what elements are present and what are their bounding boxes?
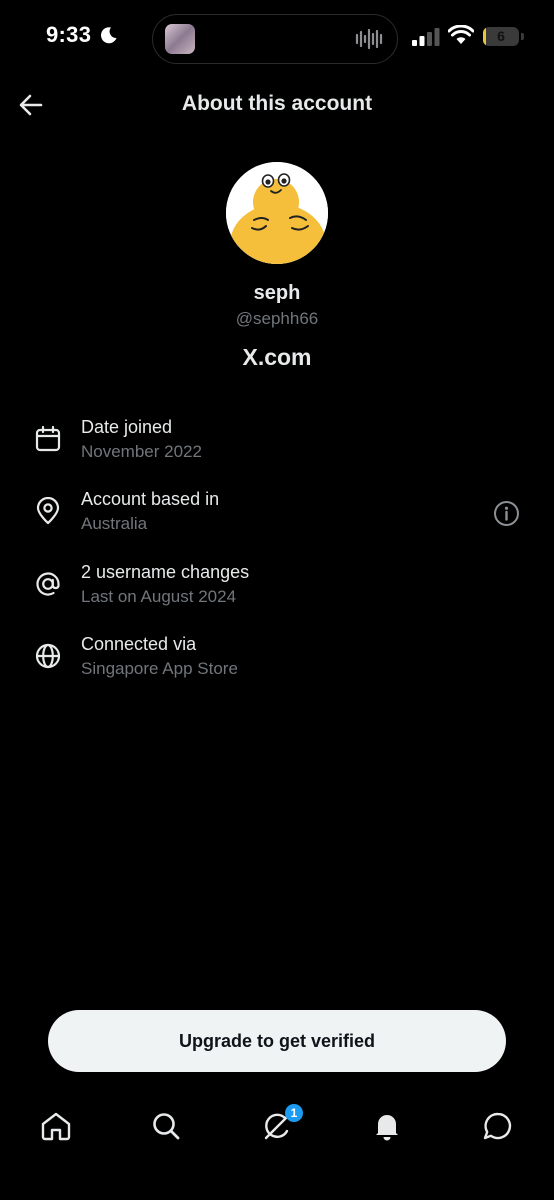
display-name: seph [253,282,301,304]
location-info-button[interactable] [493,500,520,527]
calendar-icon [35,425,61,452]
status-time: 9:33 [46,22,92,47]
account-based-in-value: Australia [81,514,148,533]
status-bar: 9:33 6 [0,0,554,76]
account-based-in-label: Account based in [81,489,220,509]
home-icon [41,1112,71,1141]
upgrade-verified-button[interactable]: Upgrade to get verified [48,1010,506,1072]
now-playing-thumbnail [165,24,195,54]
tab-notifications[interactable] [367,1106,407,1146]
avatar[interactable] [226,162,328,264]
yellow-creature-avatar [226,162,328,264]
username-changes-label: 2 username changes [81,562,250,582]
dynamic-island[interactable] [152,14,398,64]
cellular-signal-icon [412,28,440,46]
date-joined-value: November 2022 [81,442,202,461]
battery-level: 6 [497,28,505,44]
username-handle: @sephh66 [235,309,319,328]
at-sign-icon [36,572,60,596]
messages-icon [483,1112,512,1140]
date-joined-row: Date joined November 2022 [0,417,554,473]
home-indicator [0,1180,554,1200]
bottom-tab-bar [0,1090,554,1160]
location-pin-icon [36,497,60,525]
battery-icon: 6 [483,27,519,46]
tab-home[interactable] [36,1106,76,1146]
connected-via-row: Connected via Singapore App Store [0,634,554,690]
x-com-logo: X.com [242,344,312,370]
search-icon [153,1113,180,1140]
username-changes-row: 2 username changes Last on August 2024 [0,562,554,618]
account-based-in-row: Account based in Australia [0,489,554,545]
info-circle-icon [494,501,519,526]
grok-notification-badge: 1 [285,1104,303,1122]
audio-waveform-icon [355,29,383,49]
connected-via-value: Singapore App Store [81,659,238,678]
date-joined-label: Date joined [81,417,173,437]
globe-icon [35,643,61,669]
page-title: About this account [181,92,373,115]
battery-cap [521,33,524,40]
wifi-icon [448,25,474,44]
tab-search[interactable] [146,1106,186,1146]
username-changes-value: Last on August 2024 [81,587,237,606]
moon-icon [100,27,117,44]
connected-via-label: Connected via [81,634,197,654]
tab-messages[interactable] [478,1106,518,1146]
notifications-bell-icon [376,1115,398,1141]
